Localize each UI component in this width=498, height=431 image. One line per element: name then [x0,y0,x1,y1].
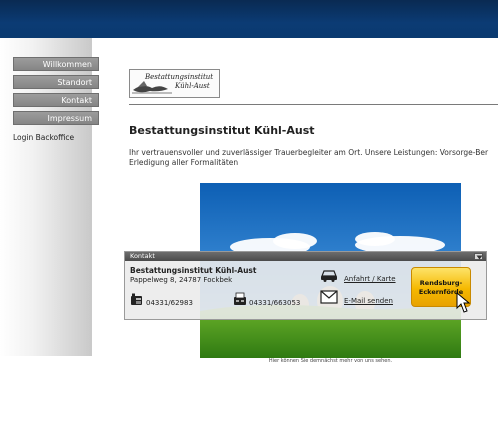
page-title: Bestattungsinstitut Kühl-Aust [129,124,315,137]
company-logo: Bestattungsinstitut Kühl-Aust [129,69,220,98]
photo-caption: Hier können Sie demnächst mehr von uns s… [268,358,393,364]
nav-item-kontakt[interactable]: Kontakt [13,93,99,107]
header-divider [129,104,498,105]
chevron-down-icon [476,255,483,260]
email-link[interactable]: E-Mail senden [344,297,393,305]
region-label-line1: Rendsburg- [419,279,463,287]
login-backoffice-link[interactable]: Login Backoffice [13,133,74,142]
cursor-hand-icon [456,292,471,313]
logo-text-line1: Bestattungsinstitut [144,73,213,81]
fax-icon [234,292,246,305]
directions-link[interactable]: Anfahrt / Karte [344,275,396,283]
contact-phone: 04331/62983 [146,299,193,307]
contact-firm-name: Bestattungsinstitut Kühl-Aust [130,266,257,275]
contact-address: Pappelweg 8, 24787 Fockbek [130,276,233,284]
logo-text-line2: Kühl-Aust [174,82,210,90]
contact-popup: Kontakt Bestattungsinstitut Kühl-Aust Pa… [124,251,487,320]
intro-line-2: Erledigung aller Formalitäten [129,158,239,167]
contact-fax: 04331/663053 [249,299,301,307]
nav-item-impressum[interactable]: Impressum [13,111,99,125]
top-header-bar [0,0,498,38]
nav-item-willkommen[interactable]: Willkommen [13,57,99,71]
contact-popup-header: Kontakt [125,252,486,261]
envelope-icon [320,290,338,304]
intro-text: Ihr vertrauensvoller und zuverlässiger T… [129,148,498,170]
intro-line-1: Ihr vertrauensvoller und zuverlässiger T… [129,148,489,157]
collapse-button[interactable] [474,253,483,260]
phone-icon [131,293,142,305]
contact-popup-title: Kontakt [130,252,155,260]
car-icon [321,270,337,282]
nav-item-standort[interactable]: Standort [13,75,99,89]
logo-graphic: Bestattungsinstitut Kühl-Aust [132,73,213,94]
